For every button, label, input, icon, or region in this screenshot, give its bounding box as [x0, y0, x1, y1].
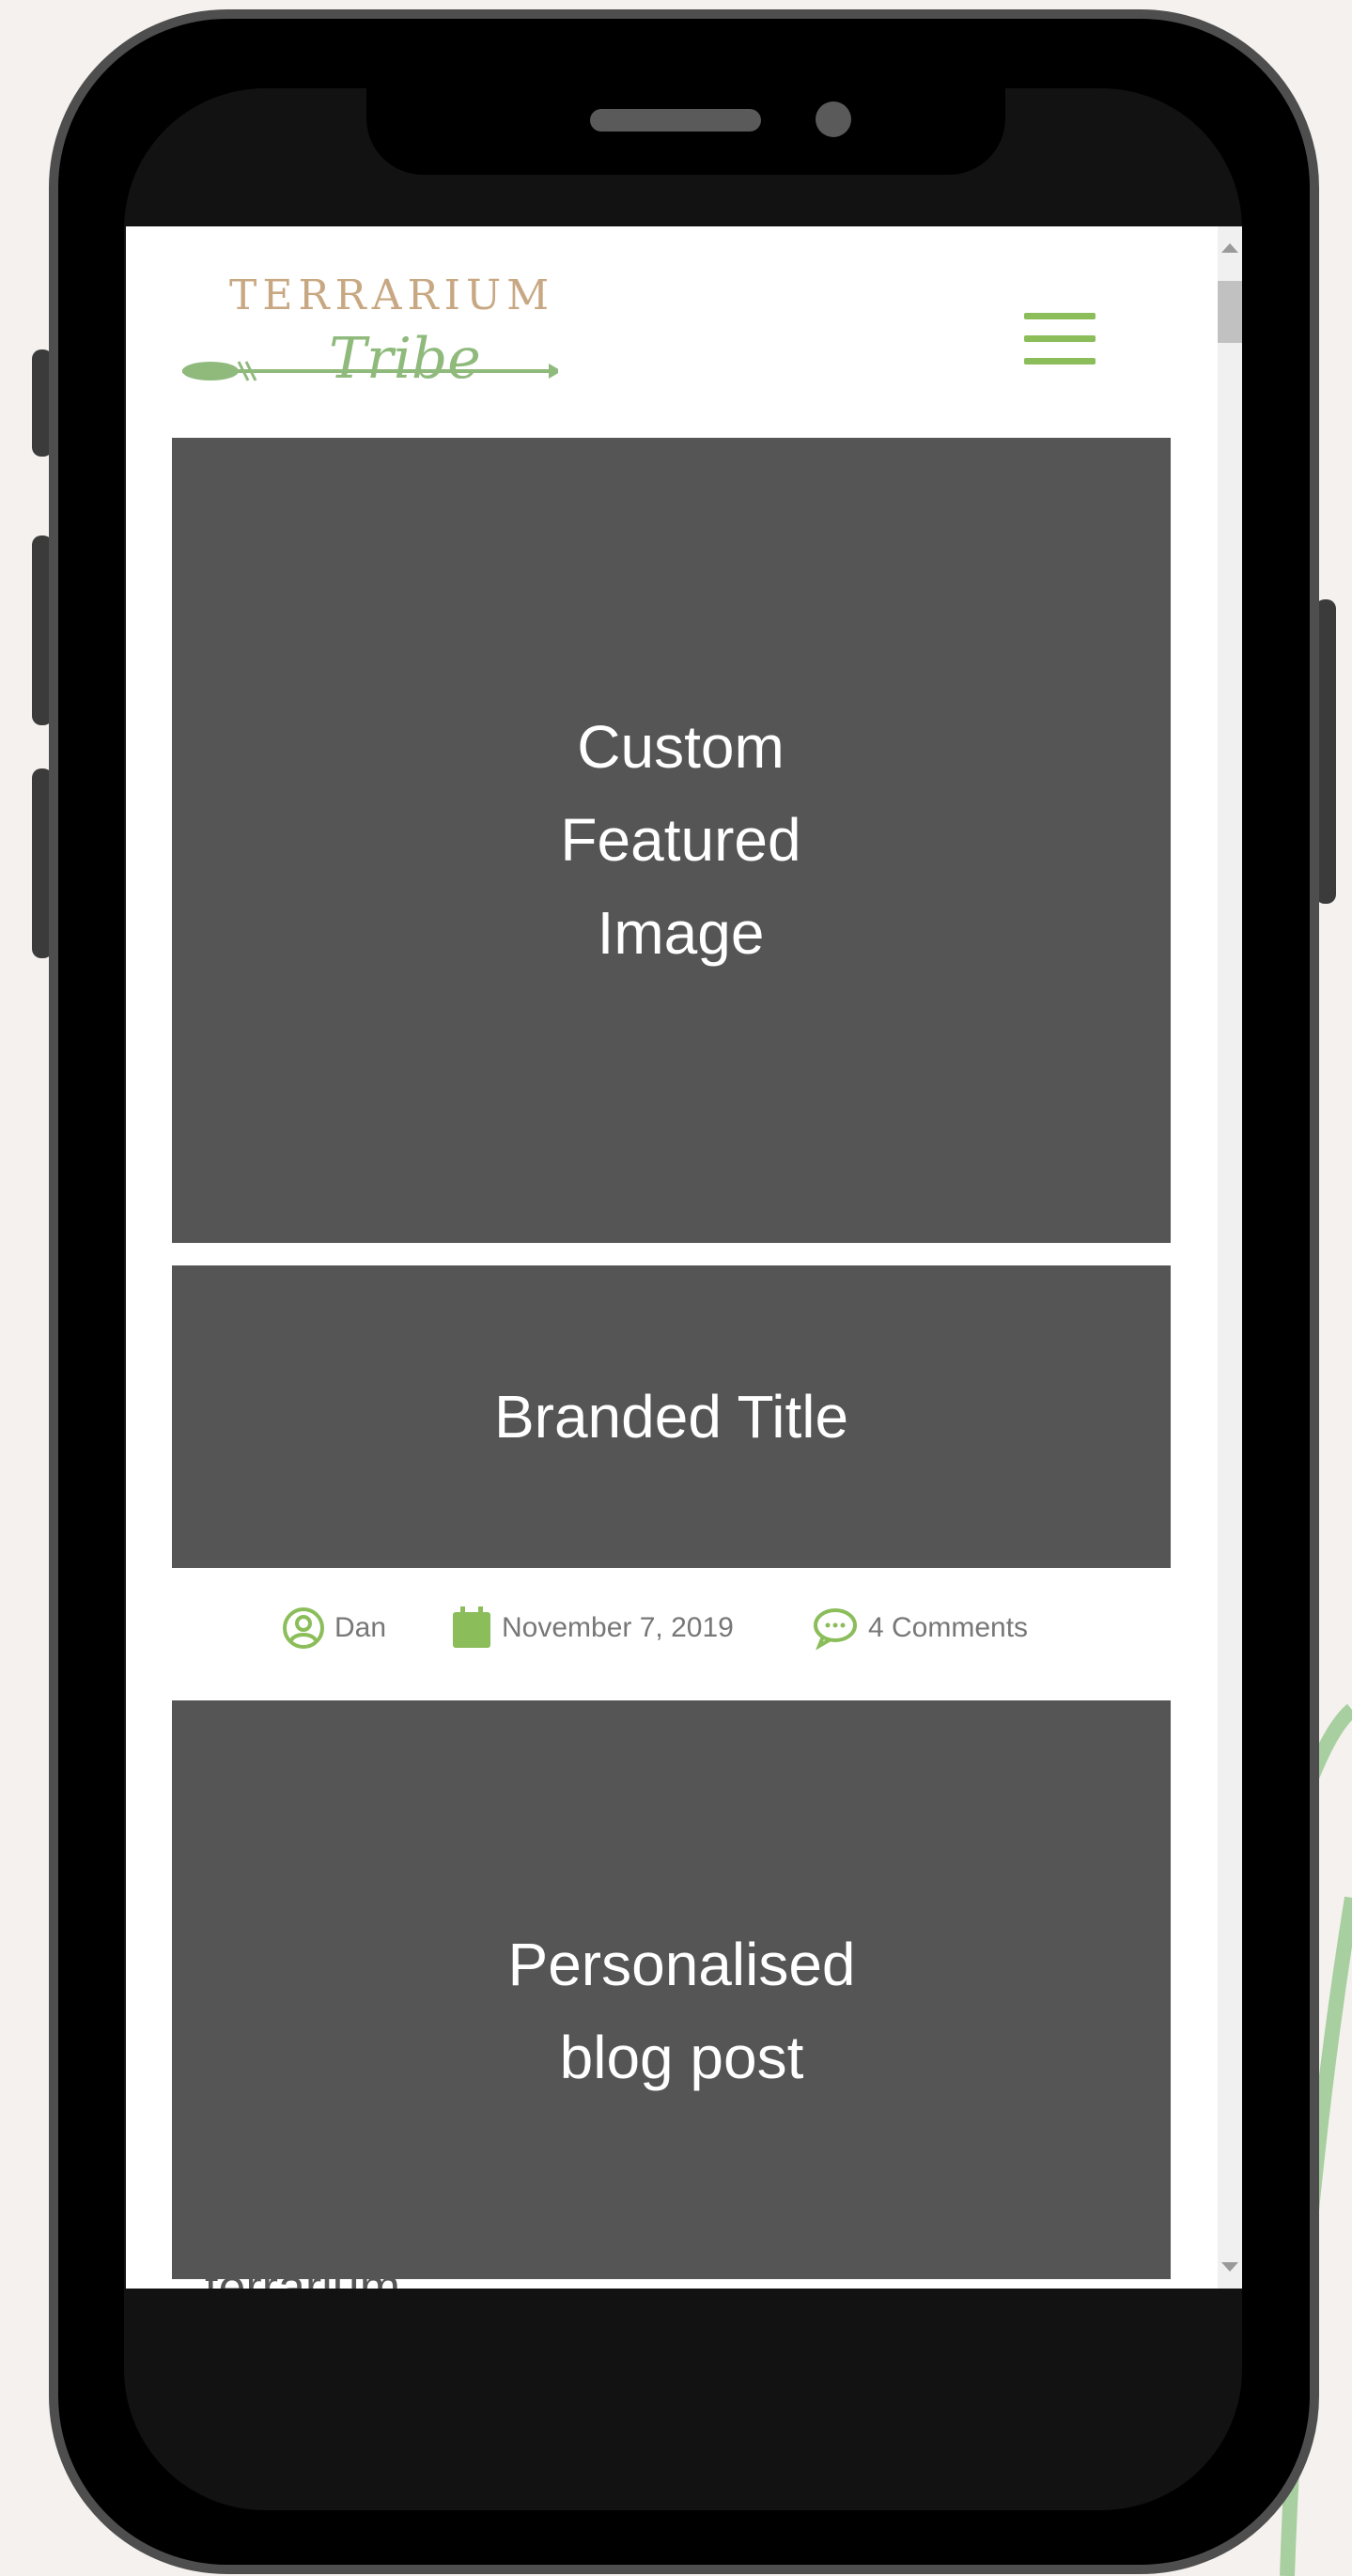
hamburger-menu-icon[interactable]: [1024, 313, 1096, 365]
speaker-grille: [590, 109, 761, 132]
branded-title-label: Branded Title: [493, 1382, 849, 1451]
scroll-thumb[interactable]: [1218, 281, 1242, 343]
featured-image-placeholder: Custom Featured Image: [172, 438, 1171, 1243]
logo-wordmark: TERRARIUM: [229, 272, 555, 319]
post-date: November 7, 2019: [451, 1606, 734, 1650]
post-comments[interactable]: 4 Comments: [812, 1606, 1028, 1650]
phone-screen: TERRARIUM Tribe Custom Featured Image Br…: [126, 226, 1242, 2289]
terrarium-tribe-logo[interactable]: TERRARIUM Tribe: [173, 272, 558, 401]
front-camera: [816, 101, 851, 137]
comments-count: 4 Comments: [868, 1612, 1029, 1643]
author-name: Dan: [334, 1612, 387, 1643]
scroll-up-arrow-icon[interactable]: [1221, 243, 1238, 253]
blog-post-placeholder: Personalised blog post: [172, 1700, 1171, 2279]
logo-script: Tribe: [329, 326, 481, 392]
date-text: November 7, 2019: [502, 1612, 734, 1643]
branded-title-placeholder: Branded Title: [172, 1265, 1171, 1568]
post-author[interactable]: Dan: [282, 1606, 386, 1650]
blog-post-label: Personalised blog post: [507, 1931, 856, 2091]
vertical-scrollbar[interactable]: [1218, 226, 1242, 2289]
calendar-icon: [453, 1606, 490, 1648]
comment-bubble-icon: [814, 1608, 857, 1650]
post-meta: Dan November 7, 2019 4 Comments: [126, 1606, 1242, 1653]
featured-image-label: Custom Featured Image: [560, 713, 801, 967]
user-icon: [283, 1607, 324, 1649]
scroll-down-arrow-icon[interactable]: [1221, 2262, 1238, 2272]
